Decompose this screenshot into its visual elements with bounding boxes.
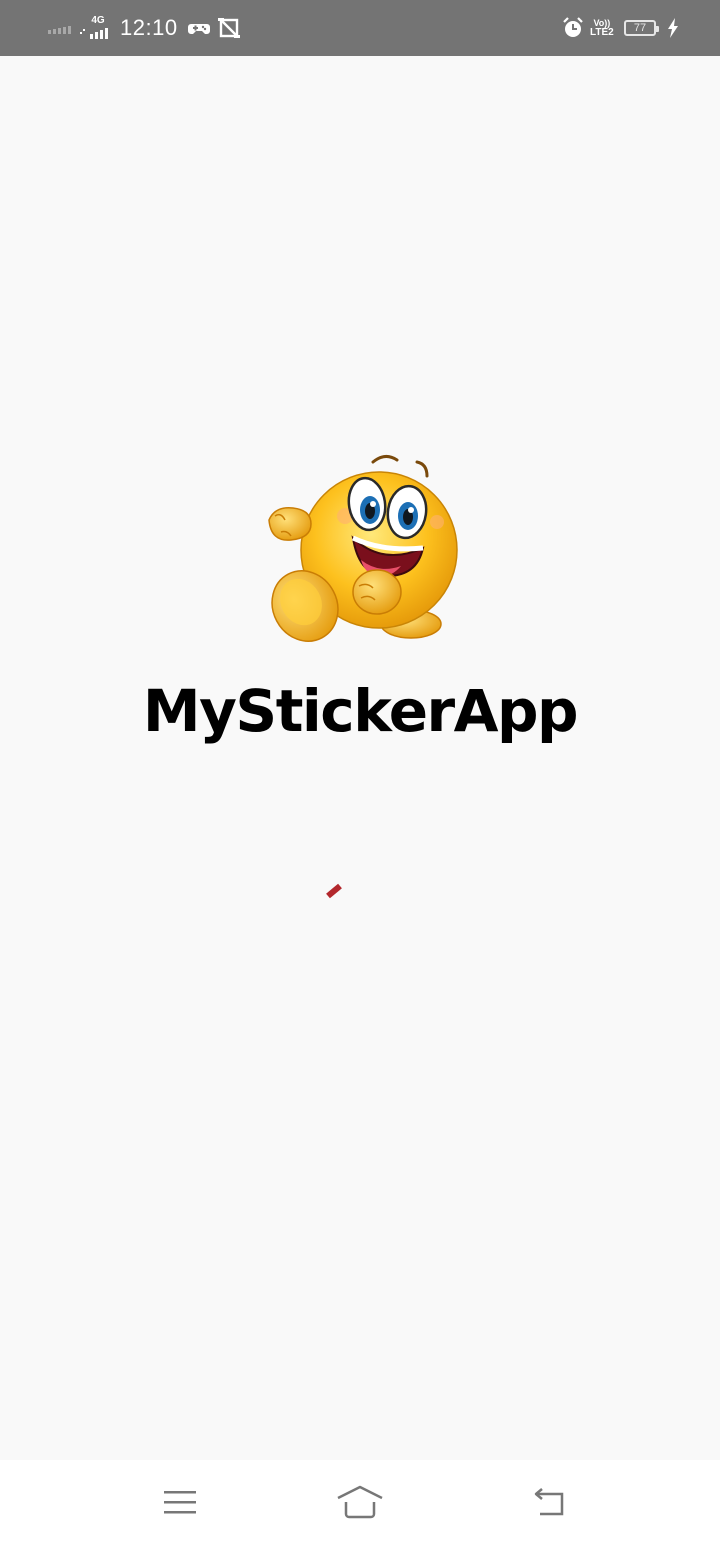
menu-icon bbox=[164, 1491, 196, 1514]
app-title: MyStickerApp bbox=[142, 677, 579, 745]
navigation-bar bbox=[0, 1460, 720, 1544]
back-button[interactable] bbox=[518, 1476, 578, 1528]
status-bar: 4G 12:10 Vo)) LTE2 77 bbox=[0, 0, 720, 56]
home-icon bbox=[337, 1485, 383, 1519]
lte-label: LTE2 bbox=[590, 27, 614, 38]
charging-icon bbox=[666, 0, 680, 56]
signal-1-icon bbox=[48, 0, 74, 56]
loading-spinner bbox=[326, 883, 342, 899]
volte-icon: Vo)) LTE2 bbox=[590, 0, 614, 56]
clock: 12:10 bbox=[120, 15, 178, 40]
back-icon bbox=[534, 1488, 564, 1516]
signal-4g-icon: 4G bbox=[80, 0, 114, 56]
battery-level: 77 bbox=[633, 21, 647, 34]
splash-screen: MyStickerApp bbox=[0, 56, 720, 1460]
home-button[interactable] bbox=[330, 1476, 390, 1528]
menu-button[interactable] bbox=[150, 1476, 210, 1528]
smiley-sticker-icon bbox=[268, 455, 458, 642]
screenshot-icon bbox=[218, 0, 240, 56]
alarm-icon bbox=[562, 0, 584, 56]
game-icon bbox=[188, 0, 210, 56]
battery-icon: 77 bbox=[624, 20, 659, 36]
network-type-label: 4G bbox=[91, 15, 105, 26]
